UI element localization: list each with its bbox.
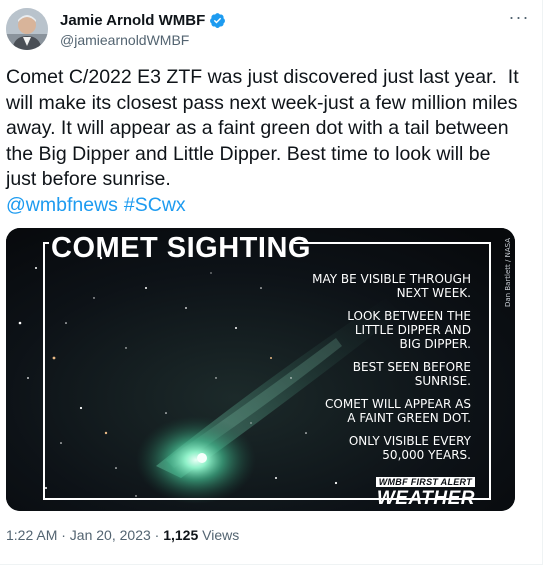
author-names: Jamie Arnold WMBF @jamiearnoldWMBF xyxy=(60,11,226,48)
verified-badge-icon xyxy=(209,12,226,29)
tweet-header: Jamie Arnold WMBF @jamiearnoldWMBF ··· xyxy=(6,8,530,52)
avatar[interactable] xyxy=(6,8,48,50)
views-label: Views xyxy=(198,527,240,543)
frame-top-right xyxy=(294,242,491,244)
frame-top-left xyxy=(43,242,49,244)
graphic-info-lines: MAY BE VISIBLE THROUGH NEXT WEEK. LOOK B… xyxy=(251,272,471,471)
logo-first-alert: WMBF FIRST ALERT xyxy=(375,477,475,487)
graphic-title: COMET SIGHTING xyxy=(51,232,311,264)
media-image[interactable]: COMET SIGHTING MAY BE VISIBLE THROUGH NE… xyxy=(6,228,515,511)
tweet-card: Jamie Arnold WMBF @jamiearnoldWMBF ··· C… xyxy=(0,0,543,565)
timestamp[interactable]: 1:22 AM · Jan 20, 2023 · xyxy=(6,527,163,543)
logo-weather: WEATHER xyxy=(376,488,475,509)
author-handle[interactable]: @jamiearnoldWMBF xyxy=(60,32,226,48)
views-count: 1,125 xyxy=(163,527,199,543)
station-logo: WMBF FIRST ALERT WEATHER xyxy=(375,472,475,509)
info-line: BEST SEEN BEFORE SUNRISE. xyxy=(352,360,471,388)
info-line: LOOK BETWEEN THE LITTLE DIPPER AND BIG D… xyxy=(347,309,471,351)
info-line: COMET WILL APPEAR AS A FAINT GREEN DOT. xyxy=(325,397,471,425)
more-options-icon[interactable]: ··· xyxy=(508,8,530,30)
mention-link[interactable]: @wmbfnews xyxy=(6,194,118,216)
photo-credit: Dan Bartlett / NASA xyxy=(504,238,512,307)
display-name[interactable]: Jamie Arnold WMBF xyxy=(60,12,205,29)
hashtag-link[interactable]: #SCwx xyxy=(124,194,186,216)
tweet-text: Comet C/2022 E3 ZTF was just discovered … xyxy=(6,66,525,190)
info-line: MAY BE VISIBLE THROUGH NEXT WEEK. xyxy=(312,272,471,300)
tweet-links: @wmbfnews #SCwx xyxy=(6,193,192,218)
tweet-meta: 1:22 AM · Jan 20, 2023 · 1,125 Views xyxy=(6,527,239,543)
display-name-row: Jamie Arnold WMBF xyxy=(60,11,226,29)
info-line: ONLY VISIBLE EVERY 50,000 YEARS. xyxy=(348,434,471,462)
avatar-photo xyxy=(6,8,48,50)
